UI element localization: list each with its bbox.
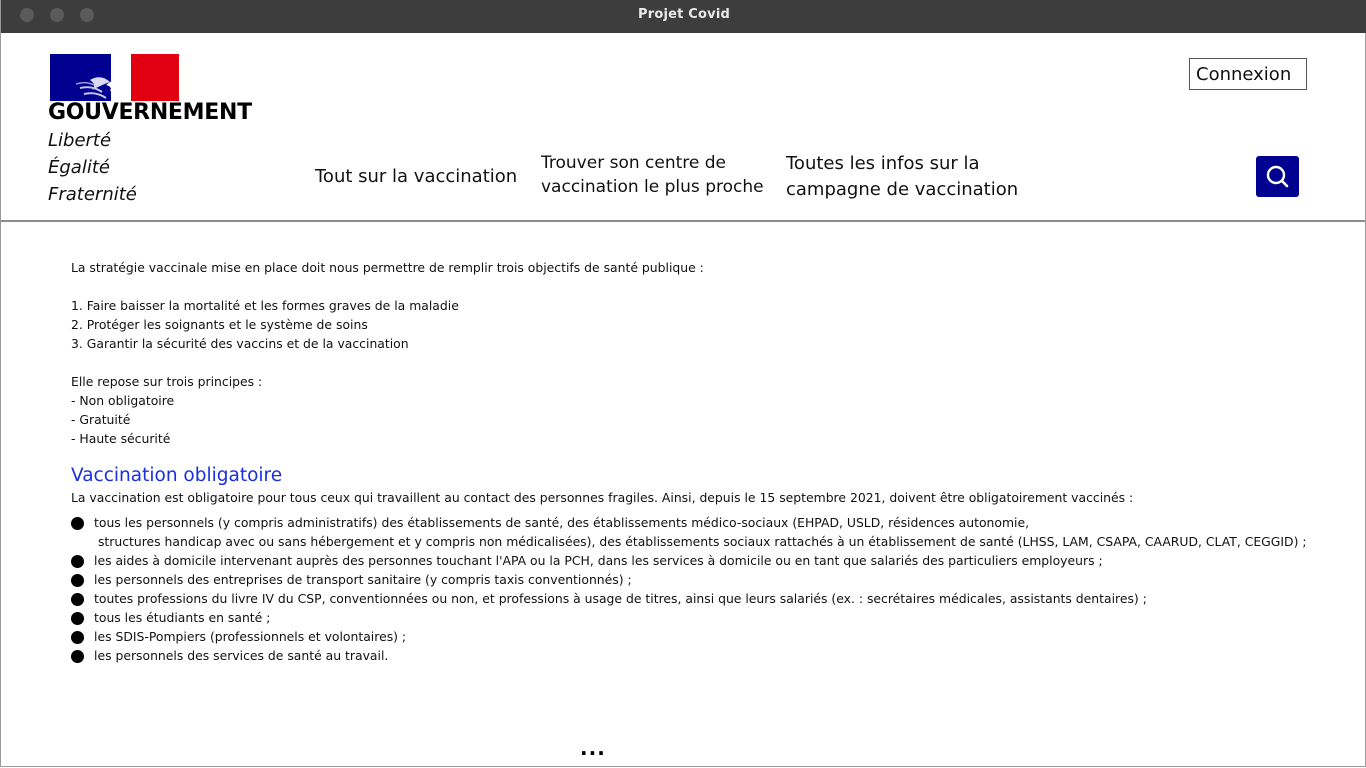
window-title: Projet Covid <box>638 7 730 22</box>
bullet-icon <box>71 517 84 530</box>
list-item: tous les étudiants en santé ; <box>71 608 1331 627</box>
search-button[interactable] <box>1256 156 1299 197</box>
nav-link-label: vaccination le plus proche <box>541 177 764 197</box>
mandatory-list: tous les personnels (y compris administr… <box>71 513 1331 665</box>
title-bar: Projet Covid <box>1 0 1366 33</box>
nav-link-vaccination[interactable]: Tout sur la vaccination <box>315 164 517 190</box>
objective-item: 3. Garantir la sécurité des vaccins et d… <box>71 336 409 351</box>
bullet-icon <box>71 593 84 606</box>
main-content: La stratégie vaccinale mise en place doi… <box>71 258 1331 665</box>
marianne-icon <box>75 54 131 101</box>
bullet-icon <box>71 612 84 625</box>
objective-item: 2. Protéger les soignants et le système … <box>71 317 368 332</box>
list-item: les SDIS-Pompiers (professionnels et vol… <box>71 627 1331 646</box>
list-item-text: les personnels des entreprises de transp… <box>94 572 632 587</box>
motto-liberte: Liberté <box>48 130 112 151</box>
login-button[interactable]: Connexion <box>1189 58 1307 90</box>
app-window: Projet Covid GOUVERNEMENT Liberté Égalit… <box>0 0 1366 767</box>
nav-link-label: campagne de vaccination <box>786 179 1019 200</box>
list-item-text: toutes professions du livre IV du CSP, c… <box>94 591 1147 606</box>
list-item-text: structures handicap avec ou sans héberge… <box>94 534 1307 549</box>
list-item: les personnels des services de santé au … <box>71 646 1331 665</box>
list-item-text: les personnels des services de santé au … <box>94 648 389 663</box>
search-icon <box>1266 165 1289 188</box>
list-item: tous les personnels (y compris administr… <box>71 513 1331 551</box>
principles-intro: Elle repose sur trois principes : <box>71 374 263 389</box>
list-item-text: les aides à domicile intervenant auprès … <box>94 553 1103 568</box>
principle-item: - Non obligatoire <box>71 393 175 408</box>
nav-link-campaign-info[interactable]: Toutes les infos sur la campagne de vacc… <box>786 151 1018 203</box>
nav-link-label: Toutes les infos sur la <box>786 153 980 174</box>
objective-item: 1. Faire baisser la mortalité et les for… <box>71 298 459 313</box>
motto-egalite: Égalité <box>48 157 110 178</box>
principle-item: - Gratuité <box>71 412 131 427</box>
section-title: Vaccination obligatoire <box>71 465 283 486</box>
site-header: GOUVERNEMENT Liberté Égalité Fraternité … <box>1 33 1365 222</box>
brand-name: GOUVERNEMENT <box>48 100 252 125</box>
bullet-icon <box>71 574 84 587</box>
list-item-text: les SDIS-Pompiers (professionnels et vol… <box>94 629 407 644</box>
more-indicator[interactable]: ... <box>580 736 606 760</box>
bullet-icon <box>71 555 84 568</box>
list-item: les personnels des entreprises de transp… <box>71 570 1331 589</box>
principle-item: - Haute sécurité <box>71 431 171 446</box>
bullet-icon <box>71 631 84 644</box>
section-intro: La vaccination est obligatoire pour tous… <box>71 490 1134 505</box>
list-item-text: tous les étudiants en santé ; <box>94 610 271 625</box>
intro-text: La stratégie vaccinale mise en place doi… <box>71 260 704 275</box>
list-item: les aides à domicile intervenant auprès … <box>71 551 1331 570</box>
marianne-logo[interactable] <box>50 54 179 101</box>
motto-fraternite: Fraternité <box>48 184 137 205</box>
list-item-text: tous les personnels (y compris administr… <box>94 515 1030 530</box>
bullet-icon <box>71 650 84 663</box>
nav-link-label: Tout sur la vaccination <box>315 166 518 187</box>
nav-link-label: Trouver son centre de <box>541 153 726 173</box>
list-item: toutes professions du livre IV du CSP, c… <box>71 589 1331 608</box>
nav-link-find-center[interactable]: Trouver son centre de vaccination le plu… <box>541 151 764 199</box>
